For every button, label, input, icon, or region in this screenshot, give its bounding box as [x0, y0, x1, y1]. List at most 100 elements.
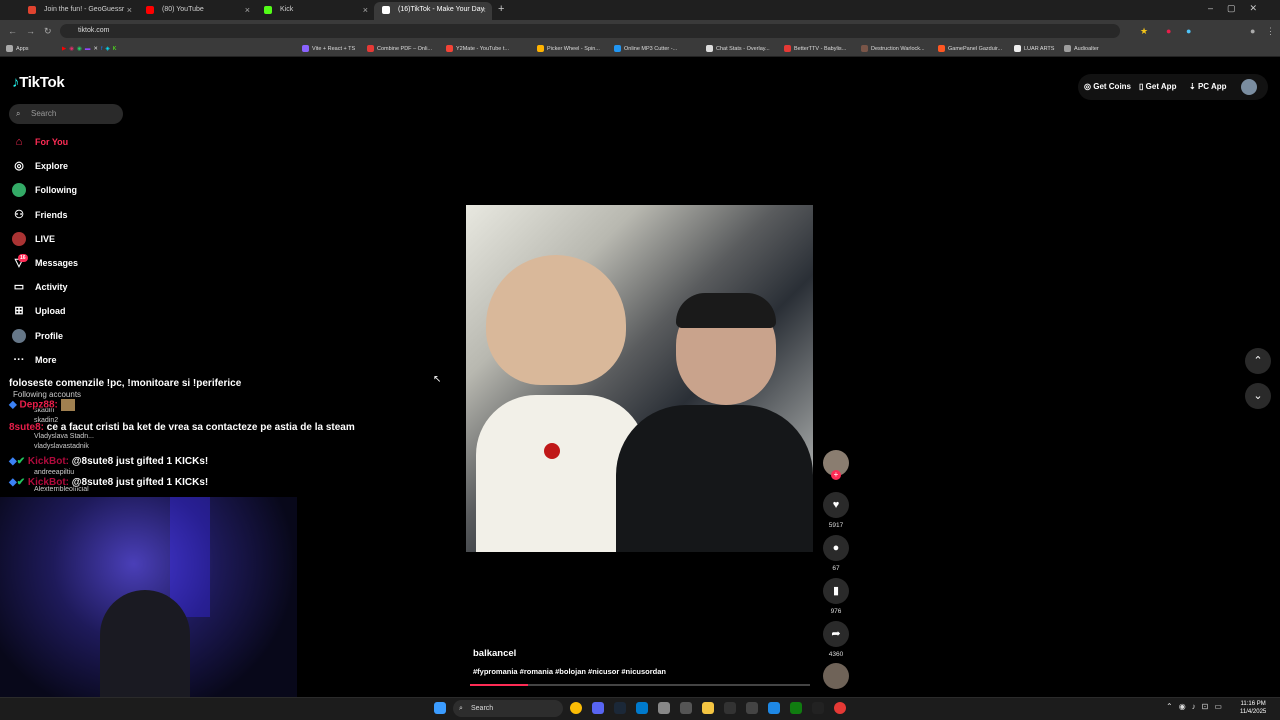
tab-title: (80) YouTube [162, 6, 204, 13]
app-icon[interactable] [834, 702, 846, 714]
upload-icon: ⊞ [14, 305, 24, 317]
video-figure-head [486, 255, 626, 385]
bookmark-favicon [537, 45, 544, 53]
chrome-icon[interactable] [570, 702, 582, 714]
bookmark[interactable]: Y2Mate - YouTube t... [446, 44, 509, 54]
browser-menu-icon[interactable]: ⋮ [1266, 24, 1275, 38]
share-button[interactable]: ➦ 4360 [822, 621, 850, 658]
following-account[interactable]: andreeapiltiu [34, 469, 74, 476]
bookmark-label: Chat Stats - Overlay... [716, 46, 770, 52]
bookmark[interactable]: Picker Wheel - Spin... [537, 44, 600, 54]
nav-live[interactable]: LIVE [12, 230, 55, 248]
nav-friends[interactable]: ⚇ Friends [12, 206, 68, 224]
close-tab-icon[interactable]: × [481, 2, 486, 18]
save-button[interactable]: ▮ 976 [822, 578, 850, 615]
bookmark[interactable]: Combine PDF – Onli... [367, 44, 432, 54]
nav-following[interactable]: Following [12, 181, 77, 199]
search-placeholder: Search [31, 109, 57, 118]
system-tray-icons[interactable]: ⌃◉♪⊡▭ [1166, 702, 1228, 711]
video-figure-jewel [544, 443, 560, 459]
video-author[interactable]: balkancel [473, 648, 516, 659]
file-explorer-icon[interactable] [702, 702, 714, 714]
user-avatar[interactable] [1241, 79, 1257, 95]
bookmark-label: Y2Mate - YouTube t... [456, 46, 509, 52]
app-icon[interactable] [658, 702, 670, 714]
compass-icon: ◎ [14, 160, 24, 172]
previous-video-button[interactable]: ⌃ [1245, 348, 1271, 374]
chat-message: ◆ Depz88: [9, 399, 75, 411]
music-disc-button[interactable] [822, 663, 850, 689]
discord-icon[interactable] [592, 702, 604, 714]
bookmark-star-icon[interactable]: ★ [1140, 24, 1148, 38]
xbox-icon[interactable] [790, 702, 802, 714]
nav-messages[interactable]: ▽ 16 Messages [12, 254, 78, 272]
nav-activity[interactable]: ▭ Activity [12, 278, 68, 296]
follow-plus-icon[interactable]: + [831, 470, 841, 480]
app-icon[interactable] [746, 702, 758, 714]
next-video-button[interactable]: ⌄ [1245, 383, 1271, 409]
bookmark[interactable]: Online MP3 Cutter -... [614, 44, 677, 54]
forward-icon[interactable]: → [26, 24, 35, 38]
bookmark[interactable]: BetterTTV - Babylis... [784, 44, 846, 54]
app-icon[interactable] [724, 702, 736, 714]
extension-icon[interactable]: ● [1166, 24, 1171, 38]
new-tab-button[interactable]: + [498, 3, 504, 15]
bookmark[interactable]: Chat Stats - Overlay... [706, 44, 770, 54]
bookmark[interactable]: Vite + React + TS [302, 44, 355, 54]
windows-start-icon[interactable] [434, 702, 446, 714]
nav-profile[interactable]: Profile [12, 327, 63, 345]
profile-icon [12, 329, 26, 343]
get-app-button[interactable]: ▯ Get App [1139, 80, 1176, 94]
heart-icon: ♥ [823, 492, 849, 518]
nav-more[interactable]: ··· More [12, 351, 57, 369]
bookmark-icon-row[interactable]: ▶◉◉▬✕f◈K [62, 44, 119, 54]
home-icon: ⌂ [15, 136, 23, 148]
window-controls[interactable]: –▢✕ [1208, 3, 1271, 14]
close-tab-icon[interactable]: × [127, 2, 132, 18]
profile-avatar-icon[interactable]: ● [1250, 24, 1255, 38]
tab-title: Join the fun! - GeoGuessr [44, 6, 125, 13]
pc-app-button[interactable]: ⇣ PC App [1189, 80, 1227, 94]
get-coins-button[interactable]: ◎ Get Coins [1084, 80, 1131, 94]
back-icon[interactable]: ← [8, 24, 17, 38]
browser-tab[interactable]: (80) YouTube × [138, 2, 256, 20]
app-icon[interactable] [768, 702, 780, 714]
taskbar-clock[interactable]: 11:16 PM 11/4/2025 [1240, 700, 1266, 716]
like-button[interactable]: ♥ 5917 [822, 492, 850, 529]
nav-label: Profile [35, 331, 64, 341]
browser-tab[interactable]: Kick × [256, 2, 374, 20]
bookmark[interactable]: Destruction Warlock... [861, 44, 925, 54]
video-hashtags[interactable]: #fypromania #romania #bolojan #nicusor #… [473, 667, 666, 676]
video-player[interactable] [466, 205, 813, 552]
nav-for-you[interactable]: ⌂ For You [12, 133, 69, 151]
close-tab-icon[interactable]: × [363, 2, 368, 18]
tiktok-logo[interactable]: ♪TikTok [12, 74, 65, 91]
bookmark[interactable]: GamePanel Gazduir... [938, 44, 1002, 54]
browser-tab-active[interactable]: (16)TikTok - Make Your Day × [374, 2, 492, 20]
following-account[interactable]: vladyslavastadnik [34, 443, 89, 450]
bookmark-apps[interactable]: Apps [6, 44, 29, 54]
search-input[interactable]: ⌕ Search [9, 104, 123, 124]
steam-icon[interactable] [614, 702, 626, 714]
vscode-icon[interactable] [636, 702, 648, 714]
comment-button[interactable]: ● 67 [822, 535, 850, 572]
app-icon[interactable] [812, 702, 824, 714]
nav-label: Activity [35, 282, 68, 292]
calculator-icon[interactable] [680, 702, 692, 714]
bookmark[interactable]: LUAR ARTS [1014, 44, 1054, 54]
bookmark[interactable]: Audioalter [1064, 44, 1099, 54]
extension-icon[interactable]: ● [1186, 24, 1191, 38]
chat-username: 8sute8: [9, 422, 45, 433]
reload-icon[interactable]: ↻ [44, 24, 52, 38]
nav-label: Messages [35, 258, 79, 268]
taskbar-search[interactable]: ⌕ Search [453, 700, 563, 717]
nav-upload[interactable]: ⊞ Upload [12, 302, 65, 320]
nav-label: Friends [35, 210, 68, 220]
bookmark-label: Audioalter [1074, 46, 1099, 52]
nav-explore[interactable]: ◎ Explore [12, 157, 68, 175]
button-label: PC App [1197, 82, 1227, 91]
close-tab-icon[interactable]: × [245, 2, 250, 18]
url-input[interactable]: tiktok.com [60, 24, 1120, 38]
browser-tab[interactable]: Join the fun! - GeoGuessr × [20, 2, 138, 20]
creator-avatar-button[interactable]: + [822, 450, 850, 480]
